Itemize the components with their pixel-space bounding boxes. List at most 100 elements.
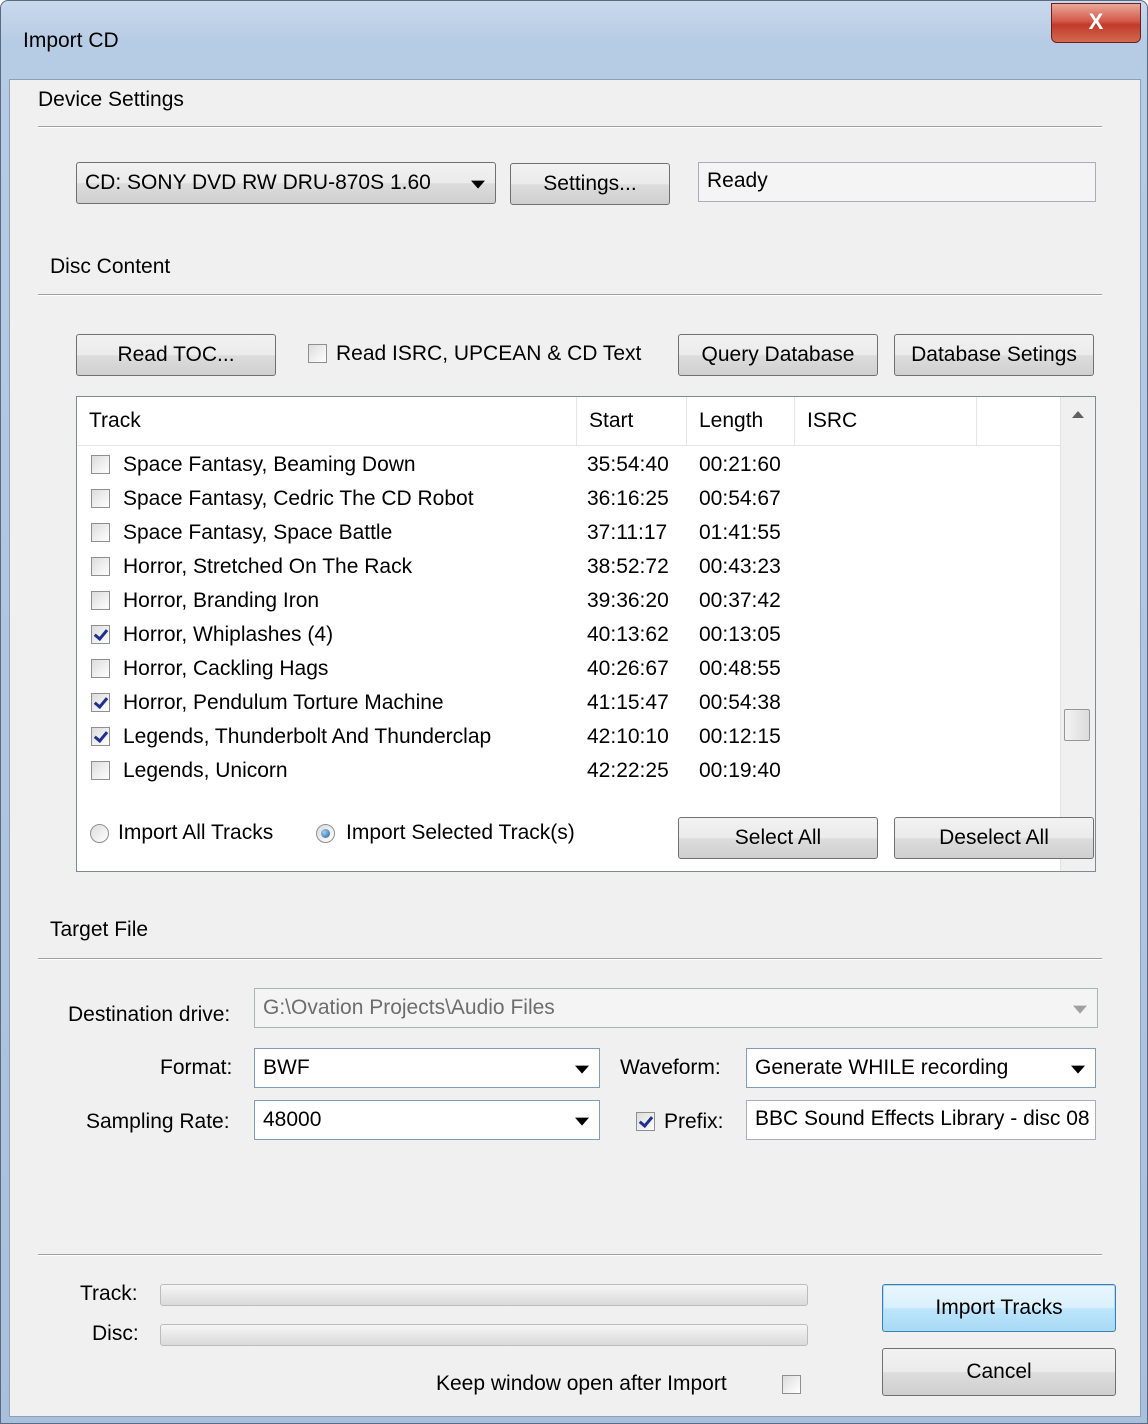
track-progress-label: Track: — [80, 1282, 138, 1305]
drive-value: CD: SONY DVD RW DRU-870S 1.60 — [85, 171, 431, 194]
close-icon: X — [1088, 9, 1104, 34]
deselect-all-button[interactable]: Deselect All — [894, 817, 1094, 859]
import-selected-radio[interactable] — [316, 824, 335, 843]
track-list[interactable]: Track Start Length ISRC Space Fantasy, B… — [76, 396, 1096, 872]
disc-content-heading: Disc Content — [50, 255, 171, 278]
track-start: 38:52:72 — [587, 555, 669, 578]
track-name: Space Fantasy, Cedric The CD Robot — [123, 487, 474, 510]
track-length: 00:13:05 — [699, 623, 781, 646]
column-header-length[interactable]: Length — [687, 397, 795, 445]
close-button[interactable]: X — [1051, 3, 1141, 43]
chevron-down-icon — [1071, 1065, 1085, 1074]
format-value: BWF — [263, 1056, 310, 1079]
keep-open-checkbox[interactable] — [782, 1375, 801, 1394]
chevron-down-icon — [1073, 1005, 1087, 1014]
table-row[interactable]: Legends, Thunderbolt And Thunderclap 42:1… — [77, 721, 1061, 755]
divider — [38, 294, 1102, 296]
import-all-radio[interactable] — [90, 824, 109, 843]
format-select[interactable]: BWF — [254, 1048, 600, 1088]
sampling-rate-value: 48000 — [263, 1108, 322, 1131]
settings-button[interactable]: Settings... — [510, 163, 670, 205]
waveform-label: Waveform: — [620, 1056, 721, 1079]
track-list-header: Track Start Length ISRC — [77, 397, 1061, 446]
drive-select[interactable]: CD: SONY DVD RW DRU-870S 1.60 — [76, 162, 496, 204]
table-row[interactable]: Space Fantasy, Beaming Down 35:54:40 00:21… — [77, 449, 1061, 483]
track-length: 00:21:60 — [699, 453, 781, 476]
track-checkbox[interactable] — [91, 625, 110, 644]
track-checkbox[interactable] — [91, 557, 110, 576]
prefix-label: Prefix: — [664, 1110, 724, 1133]
table-row[interactable]: Horror, Pendulum Torture Machine 41:15:47… — [77, 687, 1061, 721]
table-row[interactable]: Horror, Branding Iron 39:36:20 00:37:42 — [77, 585, 1061, 619]
track-start: 40:26:67 — [587, 657, 669, 680]
track-name: Horror, Branding Iron — [123, 589, 320, 612]
track-length: 00:54:38 — [699, 691, 781, 714]
read-toc-button[interactable]: Read TOC... — [76, 334, 276, 376]
status-field: Ready — [698, 162, 1096, 202]
track-length: 00:37:42 — [699, 589, 781, 612]
table-row[interactable]: Horror, Stretched On The Rack 38:52:72 00:… — [77, 551, 1061, 585]
track-length: 00:43:23 — [699, 555, 781, 578]
track-length: 00:12:15 — [699, 725, 781, 748]
target-file-heading: Target File — [50, 918, 149, 941]
destination-select: G:\Ovation Projects\Audio Files — [254, 988, 1098, 1028]
prefix-checkbox[interactable] — [636, 1112, 655, 1131]
format-label: Format: — [160, 1056, 233, 1079]
dialog-client: Device Settings CD: SONY DVD RW DRU-870S… — [9, 79, 1141, 1417]
track-length: 00:54:67 — [699, 487, 781, 510]
import-tracks-button[interactable]: Import Tracks — [882, 1284, 1116, 1332]
keep-open-label: Keep window open after Import — [436, 1372, 727, 1395]
table-row[interactable]: Legends, Unicorn 42:22:25 00:19:40 — [77, 755, 1061, 789]
track-name: Legends, Unicorn — [123, 759, 288, 782]
waveform-select[interactable]: Generate WHILE recording — [746, 1048, 1096, 1088]
database-settings-button[interactable]: Database Setings — [894, 334, 1094, 376]
track-checkbox[interactable] — [91, 591, 110, 610]
destination-value: G:\Ovation Projects\Audio Files — [263, 996, 555, 1019]
track-start: 39:36:20 — [587, 589, 669, 612]
track-checkbox[interactable] — [91, 489, 110, 508]
table-row[interactable]: Space Fantasy, Cedric The CD Robot 36:16:… — [77, 483, 1061, 517]
track-checkbox[interactable] — [91, 455, 110, 474]
waveform-value: Generate WHILE recording — [755, 1056, 1009, 1079]
track-name: Horror, Whiplashes (4) — [123, 623, 334, 646]
track-checkbox[interactable] — [91, 659, 110, 678]
track-checkbox[interactable] — [91, 727, 110, 746]
select-all-button[interactable]: Select All — [678, 817, 878, 859]
table-row[interactable]: Space Fantasy, Space Battle 37:11:17 01:41… — [77, 517, 1061, 551]
column-header-track[interactable]: Track — [77, 397, 577, 445]
vertical-scrollbar[interactable] — [1060, 397, 1095, 871]
chevron-down-icon — [575, 1117, 589, 1126]
device-settings-heading: Device Settings — [38, 88, 184, 111]
query-database-button[interactable]: Query Database — [678, 334, 878, 376]
track-start: 42:10:10 — [587, 725, 669, 748]
track-progress-bar — [160, 1284, 808, 1306]
track-name: Horror, Stretched On The Rack — [123, 555, 413, 578]
prefix-input[interactable]: BBC Sound Effects Library - disc 08 — [746, 1100, 1096, 1140]
track-checkbox[interactable] — [91, 761, 110, 780]
scroll-thumb[interactable] — [1064, 709, 1090, 741]
cancel-button[interactable]: Cancel — [882, 1348, 1116, 1396]
track-start: 36:16:25 — [587, 487, 669, 510]
table-row[interactable]: Horror, Whiplashes (4) 40:13:62 00:13:05 — [77, 619, 1061, 653]
sampling-rate-label: Sampling Rate: — [86, 1110, 230, 1133]
divider — [38, 958, 1102, 960]
track-length: 00:19:40 — [699, 759, 781, 782]
table-row[interactable]: Horror, Cackling Hags 40:26:67 00:48:55 — [77, 653, 1061, 687]
track-name: Legends, Thunderbolt And Thunderclap — [123, 725, 492, 748]
track-checkbox[interactable] — [91, 523, 110, 542]
chevron-down-icon — [575, 1065, 589, 1074]
title-bar[interactable]: Import CD X — [1, 1, 1147, 79]
destination-label: Destination drive: — [68, 1003, 231, 1026]
scroll-up-icon[interactable] — [1072, 411, 1084, 418]
column-header-start[interactable]: Start — [577, 397, 687, 445]
track-length: 01:41:55 — [699, 521, 781, 544]
track-checkbox[interactable] — [91, 693, 110, 712]
track-start: 37:11:17 — [587, 521, 668, 544]
column-header-isrc[interactable]: ISRC — [795, 397, 977, 445]
track-start: 42:22:25 — [587, 759, 669, 782]
sampling-rate-select[interactable]: 48000 — [254, 1100, 600, 1140]
track-name: Space Fantasy, Beaming Down — [123, 453, 416, 476]
divider — [38, 1254, 1102, 1256]
read-isrc-checkbox[interactable] — [308, 344, 327, 363]
import-cd-window: Import CD X Device Settings CD: SONY DVD… — [0, 0, 1148, 1424]
